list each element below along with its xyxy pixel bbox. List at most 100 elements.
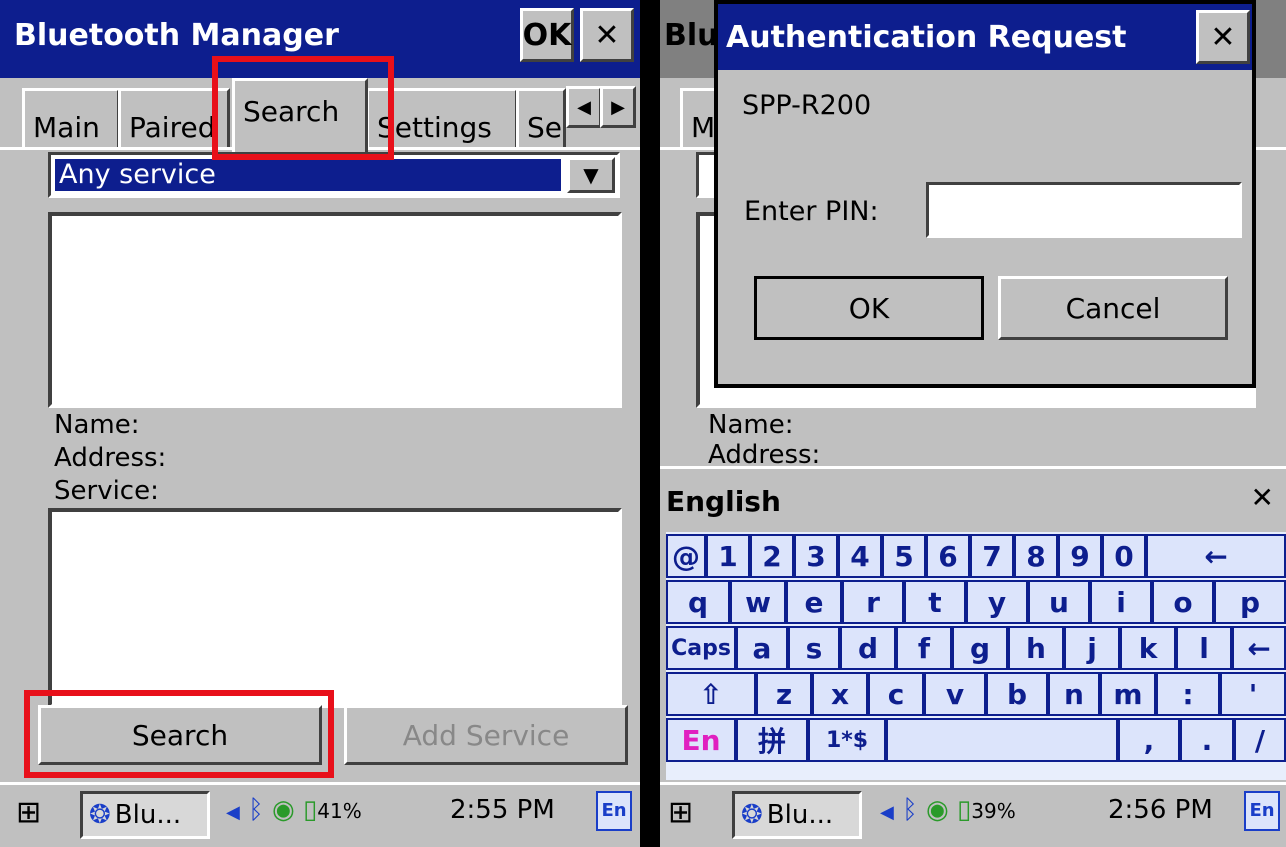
taskbar: ⊞ ❂ Blu... ◀ ᛒ ◉ ▯39% 2:56 PM En (660, 782, 1286, 847)
start-icon[interactable]: ⊞ (16, 795, 41, 830)
dialog-close-button[interactable]: ✕ (1196, 10, 1250, 64)
tray-arrow-icon[interactable]: ◀ (880, 802, 894, 823)
key-a[interactable]: a (736, 626, 788, 670)
key-9[interactable]: 9 (1058, 534, 1102, 578)
key-colon[interactable]: : (1156, 672, 1220, 716)
taskbar-app-button[interactable]: ❂ Blu... (80, 791, 210, 839)
service-list[interactable] (48, 508, 622, 708)
start-icon[interactable]: ⊞ (668, 795, 693, 830)
tab-main[interactable]: Main (22, 88, 120, 150)
key-y[interactable]: y (966, 580, 1028, 624)
key-s[interactable]: s (788, 626, 840, 670)
key-x[interactable]: x (812, 672, 868, 716)
chevron-down-icon[interactable]: ▼ (567, 157, 615, 193)
bluetooth-icon[interactable]: ᛒ (902, 795, 918, 825)
key-comma[interactable]: , (1118, 718, 1180, 762)
input-method-icon[interactable]: En (1244, 791, 1280, 831)
input-method-icon[interactable]: En (596, 791, 632, 831)
key-i[interactable]: i (1090, 580, 1152, 624)
search-button[interactable]: Search (38, 705, 322, 765)
key-f[interactable]: f (896, 626, 952, 670)
key-d[interactable]: d (840, 626, 896, 670)
battery-icon[interactable]: ▯ (957, 795, 971, 825)
address-label: Address: (54, 443, 167, 473)
clock[interactable]: 2:56 PM (1108, 795, 1213, 825)
pin-input[interactable] (926, 182, 1242, 238)
key-5[interactable]: 5 (882, 534, 926, 578)
key-e[interactable]: e (786, 580, 842, 624)
key-j[interactable]: j (1064, 626, 1120, 670)
service-select[interactable]: Any service ▼ (48, 152, 620, 198)
taskbar-app-button[interactable]: ❂ Blu... (732, 791, 862, 839)
key-z[interactable]: z (756, 672, 812, 716)
key-l[interactable]: l (1176, 626, 1232, 670)
key-u[interactable]: u (1028, 580, 1090, 624)
key-p[interactable]: p (1214, 580, 1286, 624)
symbol-mode-key[interactable]: 1*$ (808, 718, 886, 762)
clock[interactable]: 2:55 PM (450, 795, 555, 825)
key-8[interactable]: 8 (1014, 534, 1058, 578)
keyboard-close-button[interactable]: ✕ (1251, 481, 1274, 514)
key-n[interactable]: n (1048, 672, 1100, 716)
key-v[interactable]: v (924, 672, 986, 716)
tab-services[interactable]: Se (516, 88, 566, 150)
key-r[interactable]: r (842, 580, 904, 624)
taskbar-app-label: Blu... (766, 800, 834, 830)
ok-button[interactable]: OK (520, 8, 574, 62)
key-7[interactable]: 7 (970, 534, 1014, 578)
key-1[interactable]: 1 (706, 534, 750, 578)
key-2[interactable]: 2 (750, 534, 794, 578)
name-label: Name: (54, 410, 140, 440)
dialog-ok-button[interactable]: OK (754, 276, 984, 340)
bluetooth-icon[interactable]: ᛒ (248, 795, 264, 825)
tab-search[interactable]: Search (232, 78, 368, 152)
tab-paired[interactable]: Paired (118, 88, 230, 150)
window-title-bg: Blu (664, 18, 719, 53)
shift-key[interactable]: ⇧ (666, 672, 756, 716)
wireless-icon[interactable]: ◉ (926, 795, 949, 825)
tab-scroll-left-icon[interactable]: ◀ (566, 86, 602, 128)
battery-icon[interactable]: ▯ (303, 795, 317, 825)
key-m[interactable]: m (1100, 672, 1156, 716)
key-o[interactable]: o (1152, 580, 1214, 624)
key-slash[interactable]: / (1234, 718, 1286, 762)
key-t[interactable]: t (904, 580, 966, 624)
dialog-title: Authentication Request (726, 20, 1127, 55)
key-3[interactable]: 3 (794, 534, 838, 578)
tray-arrow-icon[interactable]: ◀ (226, 802, 240, 823)
close-button[interactable]: ✕ (580, 8, 634, 62)
add-service-button[interactable]: Add Service (344, 705, 628, 765)
key-6[interactable]: 6 (926, 534, 970, 578)
key-at[interactable]: @ (666, 534, 706, 578)
key-b[interactable]: b (986, 672, 1048, 716)
window-title: Bluetooth Manager (14, 18, 339, 53)
tab-strip: Main Paired Search Settings Se ◀ ▶ (0, 78, 640, 152)
key-k[interactable]: k (1120, 626, 1176, 670)
tab-settings[interactable]: Settings (366, 88, 518, 150)
taskbar-app-label: Blu... (114, 800, 182, 830)
english-mode-key[interactable]: En (666, 718, 736, 762)
key-w[interactable]: w (730, 580, 786, 624)
pinyin-mode-key[interactable]: 拼 (736, 718, 808, 762)
space-key[interactable] (886, 718, 1118, 762)
key-h[interactable]: h (1008, 626, 1064, 670)
dialog-cancel-button[interactable]: Cancel (998, 276, 1228, 340)
key-apostrophe[interactable]: ' (1220, 672, 1286, 716)
key-c[interactable]: c (868, 672, 924, 716)
device-name: SPP-R200 (742, 90, 872, 121)
battery-percent: 41% (317, 799, 362, 823)
key-4[interactable]: 4 (838, 534, 882, 578)
name-label-bg: Name: (708, 410, 794, 440)
key-g[interactable]: g (952, 626, 1008, 670)
key-0[interactable]: 0 (1102, 534, 1146, 578)
wireless-icon[interactable]: ◉ (272, 795, 295, 825)
taskbar: ⊞ ❂ Blu... ◀ ᛒ ◉ ▯41% 2:55 PM En (0, 782, 640, 847)
backspace-key[interactable]: ← (1146, 534, 1286, 578)
tab-scroll-right-icon[interactable]: ▶ (600, 86, 636, 128)
caps-key[interactable]: Caps (666, 626, 736, 670)
enter-key[interactable]: ← (1232, 626, 1286, 670)
key-q[interactable]: q (666, 580, 730, 624)
keyboard-keys: @ 1 2 3 4 5 6 7 8 9 0 ← q w e r t y u i … (666, 532, 1286, 780)
key-period[interactable]: . (1180, 718, 1234, 762)
device-list[interactable] (48, 212, 622, 408)
